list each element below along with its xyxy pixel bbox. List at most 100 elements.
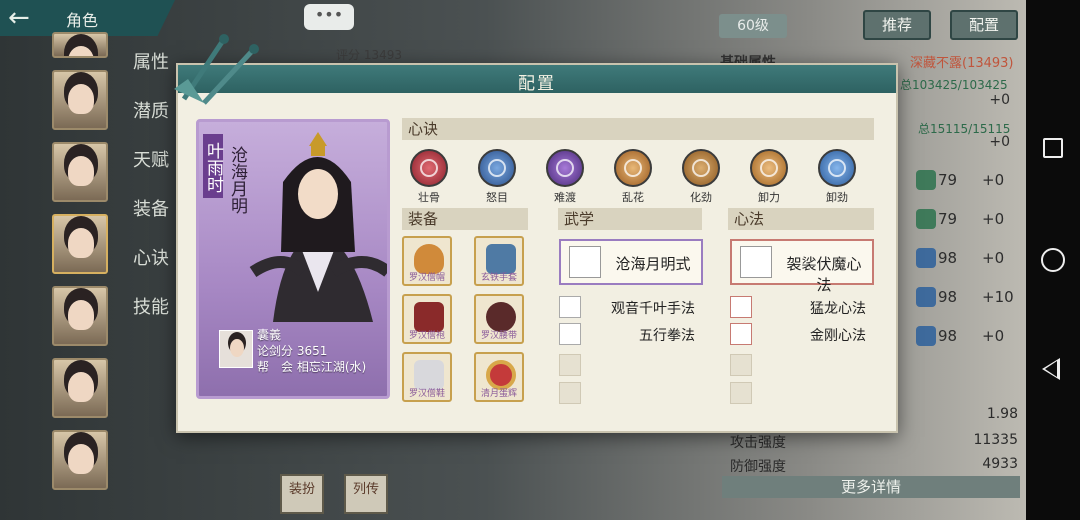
mind-sub-row[interactable]: 金刚心法 bbox=[730, 323, 866, 345]
attr-row: 79 +0 bbox=[916, 209, 1026, 231]
xinjue-skill[interactable]: 壮骨 bbox=[406, 149, 452, 205]
skill-label: 乱花 bbox=[622, 191, 644, 204]
more-details-button[interactable]: 更多详情 bbox=[722, 476, 1020, 498]
roster-portrait[interactable] bbox=[52, 214, 108, 274]
skill-label: 化劲 bbox=[690, 191, 712, 204]
side-menu-equipment[interactable]: 装备 bbox=[133, 195, 169, 244]
empty-slot[interactable] bbox=[730, 382, 752, 404]
martial-pose-icon bbox=[569, 246, 601, 278]
config-button[interactable]: 配置 bbox=[950, 10, 1018, 40]
attr-value: 79 bbox=[938, 171, 958, 189]
equipment-name: 罗汉僧帽 bbox=[408, 273, 445, 283]
player-name: 囊義 bbox=[257, 328, 282, 342]
recent-apps-icon[interactable] bbox=[1043, 138, 1063, 158]
player-avatar bbox=[219, 330, 253, 368]
equipment-name: 罗汉僧袍 bbox=[408, 331, 445, 341]
martial-sub-icon bbox=[559, 323, 581, 345]
back-arrow-icon[interactable]: ← bbox=[8, 4, 50, 32]
android-nav-bar bbox=[1026, 0, 1080, 520]
decorative-swords-icon bbox=[174, 34, 259, 105]
martial-main-slot[interactable]: 沧海月明式 bbox=[559, 239, 703, 285]
attr-bonus: +0 bbox=[982, 249, 1005, 267]
stat-value: 4933 bbox=[982, 456, 1018, 472]
character-illustration bbox=[249, 132, 387, 322]
martial-sub-icon bbox=[559, 296, 581, 318]
dialog-header: 配置 bbox=[178, 65, 896, 94]
outfit-tab[interactable]: 装扮 bbox=[280, 474, 324, 514]
roster-portrait[interactable] bbox=[52, 430, 108, 490]
nav-back-icon[interactable] bbox=[1042, 358, 1060, 380]
equipment-slot[interactable]: 罗汉僧帽 bbox=[402, 236, 452, 286]
attr-value: 98 bbox=[938, 288, 958, 306]
equipment-slot[interactable]: 罗汉腰带 bbox=[474, 294, 524, 344]
stat-row: 防御强度 4933 bbox=[730, 456, 1020, 476]
attr-icon bbox=[916, 209, 936, 229]
mp-plus: +0 bbox=[989, 134, 1010, 150]
mind-sub-label: 猛龙心法 bbox=[810, 301, 866, 317]
stat-value: 11335 bbox=[973, 432, 1018, 448]
attr-bonus: +0 bbox=[982, 171, 1005, 189]
xinjue-skill[interactable]: 卸力 bbox=[746, 149, 792, 205]
attr-bonus: +0 bbox=[982, 210, 1005, 228]
attr-row: 98 +10 bbox=[916, 287, 1026, 309]
stat-row: 攻击强度 11335 bbox=[730, 432, 1020, 452]
biography-tab[interactable]: 列传 bbox=[344, 474, 388, 514]
roster-portrait[interactable] bbox=[52, 358, 108, 418]
equipment-slot[interactable]: 罗汉僧鞋 bbox=[402, 352, 452, 402]
attr-value: 98 bbox=[938, 327, 958, 345]
character-info: 囊義 论剑分 3651 帮 会 相忘江湖(水) bbox=[199, 322, 387, 396]
recommend-button[interactable]: 推荐 bbox=[863, 10, 931, 40]
mind-main-slot[interactable]: 袈裟伏魔心法 bbox=[730, 239, 874, 294]
roster-portrait[interactable] bbox=[52, 32, 108, 58]
config-dialog: 配置 叶雨时 沧海月明 囊義 论剑分 3651 帮 会 相忘江湖(水) 心诀 壮… bbox=[174, 34, 898, 433]
martial-sub-row[interactable]: 观音千叶手法 bbox=[559, 296, 695, 318]
martial-main-label: 沧海月明式 bbox=[615, 255, 691, 273]
equipment-slot[interactable]: 罗汉僧袍 bbox=[402, 294, 452, 344]
side-menu-talent[interactable]: 天赋 bbox=[133, 146, 169, 195]
attr-row: 98 +0 bbox=[916, 326, 1026, 348]
martial-sub-row[interactable]: 五行拳法 bbox=[559, 323, 695, 345]
mind-sub-icon bbox=[730, 323, 752, 345]
chat-bubble-icon[interactable]: ••• bbox=[304, 4, 354, 30]
hidden-text: 深藏不露(13493) bbox=[910, 56, 1014, 71]
mind-sub-label: 金刚心法 bbox=[810, 328, 866, 344]
stat-label: 攻击强度 bbox=[730, 435, 786, 451]
attr-icon bbox=[916, 248, 936, 268]
character-roster bbox=[52, 32, 112, 502]
skill-label: 壮骨 bbox=[418, 191, 440, 204]
mind-main-label: 袈裟伏魔心法 bbox=[786, 255, 862, 294]
skill-label: 怒目 bbox=[486, 191, 508, 204]
mind-sub-icon bbox=[730, 296, 752, 318]
xinjue-skill[interactable]: 化劲 bbox=[678, 149, 724, 205]
equipment-name: 罗汉僧鞋 bbox=[408, 389, 445, 399]
hp-plus: +0 bbox=[989, 92, 1010, 108]
equipment-slot[interactable]: 玄铁手套 bbox=[474, 236, 524, 286]
sword-score: 论剑分 3651 bbox=[257, 344, 328, 358]
roster-portrait[interactable] bbox=[52, 286, 108, 346]
equipment-name: 罗汉腰带 bbox=[480, 331, 517, 341]
xinjue-skill[interactable]: 卸劲 bbox=[814, 149, 860, 205]
home-icon[interactable] bbox=[1041, 248, 1065, 272]
equipment-name: 清月蛋辉 bbox=[480, 389, 517, 399]
xinjue-skill[interactable]: 乱花 bbox=[610, 149, 656, 205]
empty-slot[interactable] bbox=[559, 354, 581, 376]
equipment-slot[interactable]: 清月蛋辉 bbox=[474, 352, 524, 402]
side-menu-xinjue[interactable]: 心诀 bbox=[133, 244, 169, 293]
side-menu-skills[interactable]: 技能 bbox=[133, 293, 169, 342]
xinjue-skill[interactable]: 怒目 bbox=[474, 149, 520, 205]
skill-label: 卸劲 bbox=[826, 191, 848, 204]
roster-portrait[interactable] bbox=[52, 142, 108, 202]
skill-orb-icon bbox=[410, 149, 448, 187]
stat-value: 1.98 bbox=[986, 406, 1018, 422]
xinjue-skill[interactable]: 难渡 bbox=[542, 149, 588, 205]
character-card: 叶雨时 沧海月明 囊義 论剑分 3651 帮 会 相忘江湖(水) bbox=[196, 119, 390, 399]
roster-portrait[interactable] bbox=[52, 70, 108, 130]
page-title: 角色 bbox=[66, 11, 99, 30]
empty-slot[interactable] bbox=[730, 354, 752, 376]
empty-slot[interactable] bbox=[559, 382, 581, 404]
skill-orb-icon bbox=[682, 149, 720, 187]
attr-value: 98 bbox=[938, 249, 958, 267]
mind-sub-row[interactable]: 猛龙心法 bbox=[730, 296, 866, 318]
skill-label: 卸力 bbox=[758, 191, 780, 204]
score-text: 评分 13493 bbox=[336, 48, 402, 62]
